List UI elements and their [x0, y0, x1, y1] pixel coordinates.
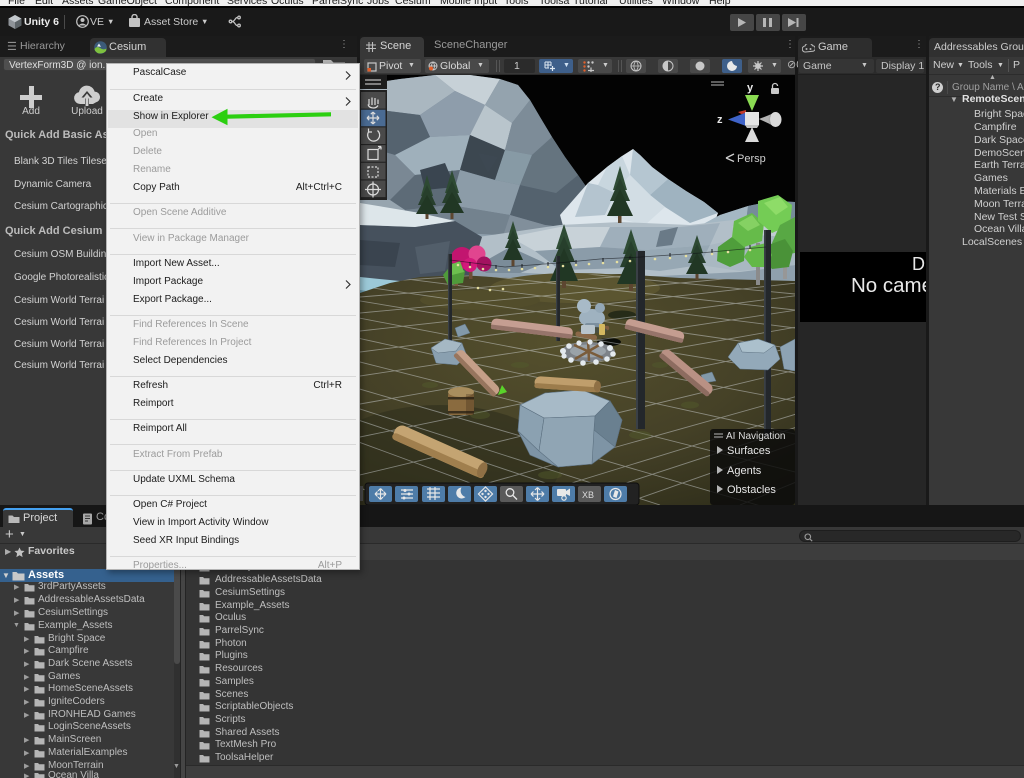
svg-text:AI Navigation: AI Navigation: [726, 431, 785, 442]
svg-text:Persp: Persp: [737, 153, 766, 165]
svg-text:z: z: [717, 114, 723, 126]
svg-text:Agents: Agents: [727, 465, 762, 477]
svg-text:XB: XB: [582, 490, 594, 500]
svg-text:Obstacles: Obstacles: [727, 484, 776, 496]
svg-text:y: y: [747, 82, 754, 94]
svg-text:Surfaces: Surfaces: [727, 445, 771, 457]
